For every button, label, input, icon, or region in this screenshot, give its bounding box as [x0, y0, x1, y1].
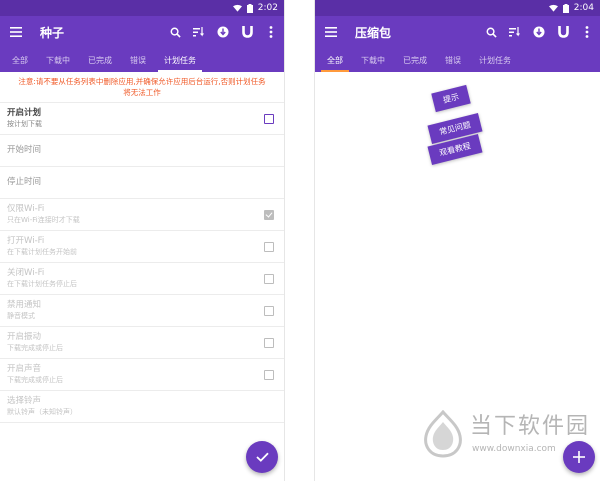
- tab-all[interactable]: 全部: [321, 48, 349, 72]
- battery-icon: [562, 3, 569, 13]
- magnet-icon[interactable]: [556, 25, 570, 39]
- tip-hint-button[interactable]: 提示: [431, 84, 471, 113]
- tab-all[interactable]: 全部: [6, 48, 34, 72]
- magnet-icon[interactable]: [240, 25, 254, 39]
- status-bar: 2:04: [315, 0, 600, 16]
- site-watermark: 当下软件园 www.downxia.com: [422, 406, 592, 466]
- turn-off-wifi-checkbox[interactable]: [264, 273, 274, 284]
- status-time: 2:04: [573, 3, 594, 13]
- status-bar: 2:02: [0, 0, 284, 16]
- setting-title: 禁用通知: [7, 300, 42, 310]
- vibration-checkbox[interactable]: [264, 337, 274, 348]
- setting-title: 关闭Wi-Fi: [7, 268, 45, 278]
- tab-completed[interactable]: 已完成: [82, 48, 118, 72]
- setting-title: 开启声音: [7, 364, 42, 374]
- left-phone-screen: 2:02 种子 全部 下载中 已完成 错误 计划任务 注意:请不要从任务列表中删…: [0, 0, 285, 481]
- more-icon[interactable]: [264, 25, 278, 39]
- setting-subtitle: 在下载计划任务开始前: [7, 248, 77, 256]
- setting-subtitle: 下载完成或停止后: [7, 376, 63, 384]
- confirm-fab-button[interactable]: [246, 441, 278, 473]
- notice-line-2: 将无法工作: [123, 88, 161, 97]
- setting-subtitle: 按计划下载: [7, 120, 42, 128]
- hamburger-menu-icon[interactable]: [323, 24, 339, 40]
- torrent-icon[interactable]: [216, 25, 230, 39]
- status-time: 2:02: [257, 3, 278, 13]
- setting-title: 选择铃声: [7, 396, 42, 406]
- setting-stop-time[interactable]: 停止时间: [0, 167, 284, 199]
- tab-error[interactable]: 错误: [124, 48, 152, 72]
- setting-subtitle: 静音模式: [7, 312, 35, 320]
- page-title: 种子: [40, 25, 65, 40]
- tab-downloading[interactable]: 下载中: [40, 48, 76, 72]
- watermark-url: www.downxia.com: [472, 444, 556, 454]
- tab-scheduled[interactable]: 计划任务: [473, 48, 517, 72]
- enable-schedule-checkbox[interactable]: [264, 113, 274, 124]
- watermark-name: 当下软件园: [470, 414, 591, 439]
- more-icon[interactable]: [580, 25, 594, 39]
- sort-icon[interactable]: [508, 25, 522, 39]
- downxia-logo-icon: [424, 410, 462, 458]
- setting-title: 仅限Wi-Fi: [7, 204, 45, 214]
- setting-subtitle: 下载完成或停止后: [7, 344, 63, 352]
- torrent-icon[interactable]: [532, 25, 546, 39]
- tab-downloading[interactable]: 下载中: [355, 48, 391, 72]
- setting-turn-off-wifi[interactable]: 关闭Wi-Fi 在下载计划任务停止后: [0, 263, 284, 295]
- tab-error[interactable]: 错误: [439, 48, 467, 72]
- setting-title: 开始时间: [7, 145, 42, 155]
- sort-icon[interactable]: [192, 25, 206, 39]
- setting-turn-on-wifi[interactable]: 打开Wi-Fi 在下载计划任务开始前: [0, 231, 284, 263]
- hamburger-menu-icon[interactable]: [8, 24, 24, 40]
- app-bar: 种子: [0, 16, 284, 48]
- setting-wifi-only[interactable]: 仅限Wi-Fi 只在Wi-Fi连接时才下载: [0, 199, 284, 231]
- setting-ringtone[interactable]: 选择铃声 默认铃声（未知铃声）: [0, 391, 284, 423]
- check-icon: [255, 452, 269, 462]
- setting-subtitle: 在下载计划任务停止后: [7, 280, 77, 288]
- tab-completed[interactable]: 已完成: [397, 48, 433, 72]
- setting-title: 开启振动: [7, 332, 42, 342]
- disable-notifications-checkbox[interactable]: [264, 305, 274, 316]
- screenshot-stage: 2:02 种子 全部 下载中 已完成 错误 计划任务 注意:请不要从任务列表中删…: [0, 0, 600, 481]
- battery-icon: [246, 3, 253, 13]
- tab-bar: 全部 下载中 已完成 错误 计划任务: [315, 48, 600, 72]
- setting-title: 打开Wi-Fi: [7, 236, 45, 246]
- wifi-icon: [232, 4, 242, 12]
- sound-checkbox[interactable]: [264, 369, 274, 380]
- settings-list: 开启计划 按计划下载 开始时间 停止时间 仅限Wi-Fi 只在Wi-Fi连接时才…: [0, 103, 284, 423]
- notice-line-1: 注意:请不要从任务列表中删除应用,并确保允许应用后台运行,否则计划任务: [18, 77, 266, 86]
- turn-on-wifi-checkbox[interactable]: [264, 241, 274, 252]
- wifi-only-checkbox[interactable]: [264, 209, 274, 220]
- setting-subtitle: 默认铃声（未知铃声）: [7, 408, 77, 416]
- page-title: 压缩包: [355, 25, 392, 40]
- setting-title: 停止时间: [7, 177, 42, 187]
- setting-enable-schedule[interactable]: 开启计划 按计划下载: [0, 103, 284, 135]
- app-bar: 压缩包: [315, 16, 600, 48]
- setting-vibration[interactable]: 开启振动 下载完成或停止后: [0, 327, 284, 359]
- wifi-icon: [548, 4, 558, 12]
- tab-scheduled[interactable]: 计划任务: [158, 48, 202, 72]
- background-run-notice: 注意:请不要从任务列表中删除应用,并确保允许应用后台运行,否则计划任务 将无法工…: [0, 72, 284, 103]
- setting-start-time[interactable]: 开始时间: [0, 135, 284, 167]
- search-icon[interactable]: [168, 25, 182, 39]
- setting-title: 开启计划: [7, 108, 42, 118]
- setting-disable-notifications[interactable]: 禁用通知 静音模式: [0, 295, 284, 327]
- tab-bar: 全部 下载中 已完成 错误 计划任务: [0, 48, 284, 72]
- setting-sound[interactable]: 开启声音 下载完成或停止后: [0, 359, 284, 391]
- setting-subtitle: 只在Wi-Fi连接时才下载: [7, 216, 80, 224]
- search-icon[interactable]: [484, 25, 498, 39]
